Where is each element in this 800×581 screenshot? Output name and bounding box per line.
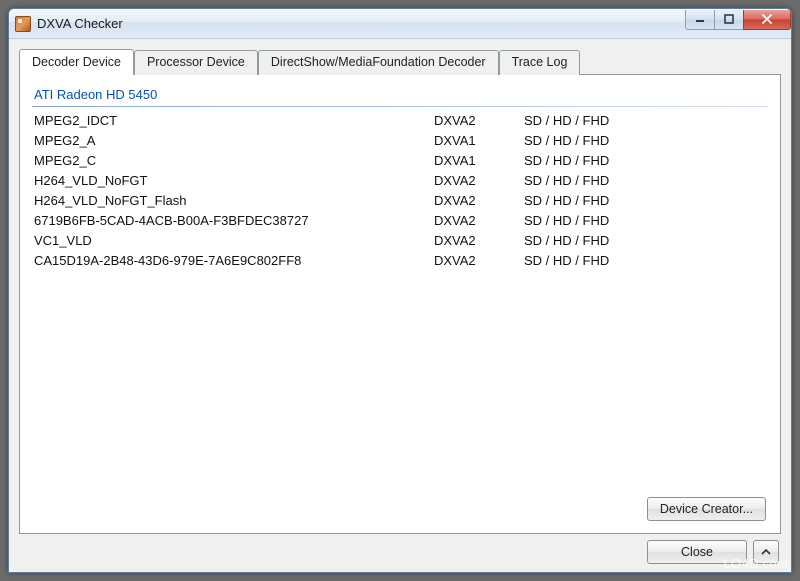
app-window: DXVA Checker Decoder Device <box>8 8 792 573</box>
decoder-resolutions: SD / HD / FHD <box>524 111 766 131</box>
tab-label: Trace Log <box>512 55 568 69</box>
decoder-resolutions: SD / HD / FHD <box>524 251 766 271</box>
decoder-resolutions: SD / HD / FHD <box>524 151 766 171</box>
decoder-row[interactable]: CA15D19A-2B48-43D6-979E-7A6E9C802FF8DXVA… <box>32 251 768 271</box>
decoder-row[interactable]: MPEG2_IDCTDXVA2SD / HD / FHD <box>32 111 768 131</box>
decoder-name: H264_VLD_NoFGT <box>34 171 434 191</box>
maximize-icon <box>724 14 734 24</box>
decoder-name: CA15D19A-2B48-43D6-979E-7A6E9C802FF8 <box>34 251 434 271</box>
decoder-row[interactable]: H264_VLD_NoFGT_FlashDXVA2SD / HD / FHD <box>32 191 768 211</box>
decoder-row[interactable]: MPEG2_ADXVA1SD / HD / FHD <box>32 131 768 151</box>
bottom-button-row: Close <box>19 534 781 564</box>
decoder-resolutions: SD / HD / FHD <box>524 211 766 231</box>
chevron-up-icon <box>761 547 771 557</box>
decoder-api: DXVA2 <box>434 251 524 271</box>
decoder-name: H264_VLD_NoFGT_Flash <box>34 191 434 211</box>
decoder-api: DXVA2 <box>434 211 524 231</box>
maximize-button[interactable] <box>714 10 744 30</box>
tab-directshow-mf-decoder[interactable]: DirectShow/MediaFoundation Decoder <box>258 50 499 75</box>
decoder-row[interactable]: VC1_VLDDXVA2SD / HD / FHD <box>32 231 768 251</box>
tab-panel-decoder-device: ATI Radeon HD 5450 MPEG2_IDCTDXVA2SD / H… <box>19 74 781 534</box>
panel-button-row: Device Creator... <box>32 489 768 523</box>
decoder-api: DXVA2 <box>434 111 524 131</box>
decoder-api: DXVA2 <box>434 191 524 211</box>
decoder-row[interactable]: 6719B6FB-5CAD-4ACB-B00A-F3BFDEC38727DXVA… <box>32 211 768 231</box>
close-app-button[interactable]: Close <box>647 540 747 564</box>
decoder-resolutions: SD / HD / FHD <box>524 191 766 211</box>
minimize-icon <box>695 14 705 24</box>
decoder-name: MPEG2_A <box>34 131 434 151</box>
decoder-list: MPEG2_IDCTDXVA2SD / HD / FHDMPEG2_ADXVA1… <box>32 111 768 271</box>
decoder-row[interactable]: H264_VLD_NoFGTDXVA2SD / HD / FHD <box>32 171 768 191</box>
decoder-resolutions: SD / HD / FHD <box>524 231 766 251</box>
decoder-name: 6719B6FB-5CAD-4ACB-B00A-F3BFDEC38727 <box>34 211 434 231</box>
device-creator-button[interactable]: Device Creator... <box>647 497 766 521</box>
window-controls <box>686 10 791 30</box>
decoder-api: DXVA1 <box>434 151 524 171</box>
expand-button[interactable] <box>753 540 779 564</box>
tab-label: Decoder Device <box>32 55 121 69</box>
tab-label: Processor Device <box>147 55 245 69</box>
decoder-name: MPEG2_IDCT <box>34 111 434 131</box>
titlebar[interactable]: DXVA Checker <box>9 9 791 39</box>
decoder-api: DXVA2 <box>434 231 524 251</box>
close-icon <box>761 14 773 24</box>
decoder-row[interactable]: MPEG2_CDXVA1SD / HD / FHD <box>32 151 768 171</box>
decoder-resolutions: SD / HD / FHD <box>524 131 766 151</box>
decoder-name: MPEG2_C <box>34 151 434 171</box>
app-icon <box>15 16 31 32</box>
device-name-header: ATI Radeon HD 5450 <box>32 85 768 107</box>
decoder-resolutions: SD / HD / FHD <box>524 171 766 191</box>
tab-decoder-device[interactable]: Decoder Device <box>19 49 134 74</box>
close-button[interactable] <box>743 10 791 30</box>
decoder-api: DXVA2 <box>434 171 524 191</box>
tab-strip: Decoder Device Processor Device DirectSh… <box>19 49 781 74</box>
decoder-name: VC1_VLD <box>34 231 434 251</box>
button-label: Device Creator... <box>660 502 753 516</box>
window-title: DXVA Checker <box>37 16 686 31</box>
minimize-button[interactable] <box>685 10 715 30</box>
tab-trace-log[interactable]: Trace Log <box>499 50 581 75</box>
tab-processor-device[interactable]: Processor Device <box>134 50 258 75</box>
client-area: Decoder Device Processor Device DirectSh… <box>9 39 791 572</box>
decoder-api: DXVA1 <box>434 131 524 151</box>
button-label: Close <box>681 545 713 559</box>
tab-label: DirectShow/MediaFoundation Decoder <box>271 55 486 69</box>
